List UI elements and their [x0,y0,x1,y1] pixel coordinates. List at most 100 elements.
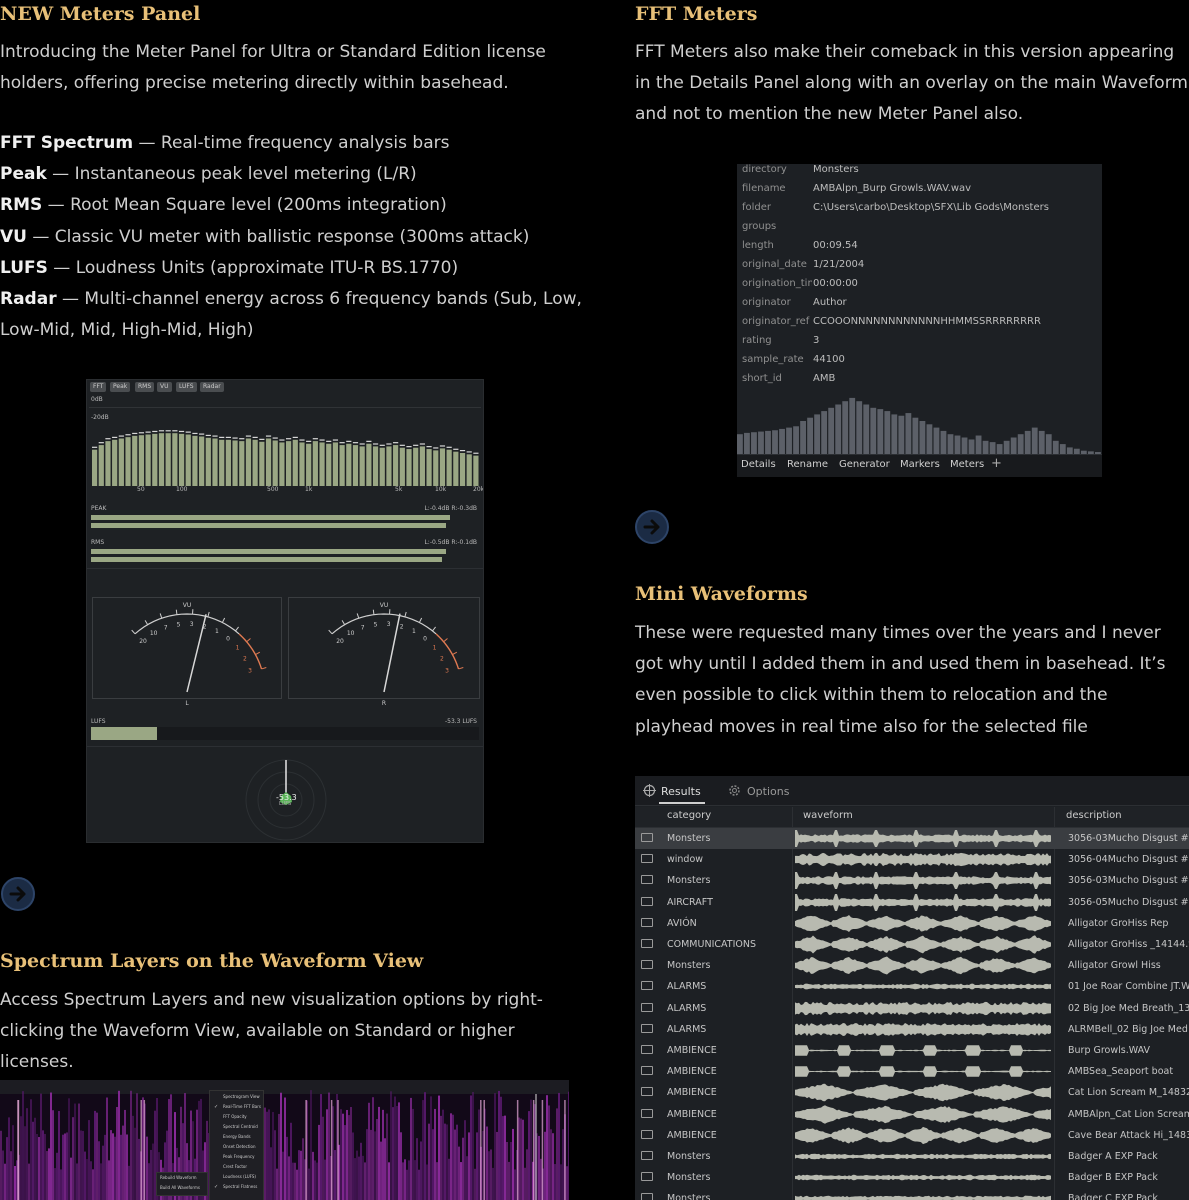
mini-waveform[interactable] [795,1083,1053,1102]
table-row[interactable]: Monsters Badger B EXP Pack [635,1167,1189,1188]
table-row[interactable]: AMBIENCE Cave Bear Attack Hi_14836. [635,1125,1189,1146]
table-row[interactable]: Monsters Alligator Growl Hiss [635,955,1189,976]
submenu-item[interactable]: Rebuild Waveform [160,1175,196,1180]
details-tab-meters[interactable]: Meters [950,459,984,470]
column-description[interactable]: description [1066,810,1122,821]
fft-bar [359,446,365,486]
row-category: Monsters [667,1193,711,1200]
mini-waveform[interactable] [795,829,1053,848]
spectrogram-column [456,1124,458,1200]
spectrogram-column [108,1160,110,1200]
details-tab-rename[interactable]: Rename [787,459,828,470]
table-row[interactable]: AMBIENCE AMBSea_Seaport boat [635,1061,1189,1082]
fft-bar [118,438,124,486]
mini-waveform[interactable] [795,914,1053,933]
table-row[interactable]: AMBIENCE Cat Lion Scream M_14832. [635,1082,1189,1103]
table-row[interactable]: AMBIENCE Burp Growls.WAV [635,1040,1189,1061]
mini-waveform[interactable] [795,977,1053,996]
spectrogram-column [510,1141,512,1200]
context-menu-item[interactable]: Crest Factor [223,1164,247,1169]
vu-scale-label: 2 [440,655,444,662]
details-value: 1/21/2004 [813,259,865,270]
tab-results[interactable]: Results [661,785,701,798]
context-menu-item[interactable]: Energy Bands [223,1134,251,1139]
context-menu-item[interactable]: Real-Time FFT Bars [223,1104,261,1109]
context-menu-item[interactable]: Spectral Flatness [223,1184,257,1189]
spectrogram-column [342,1113,344,1200]
spectrogram-column [348,1115,350,1200]
context-menu-item[interactable]: Peak Frequency [223,1154,254,1159]
vu-tick [372,609,375,615]
fft-peak-cap [393,442,399,444]
spectrogram-column [82,1130,84,1200]
table-row[interactable]: window 3056-04Mucho Disgust #3 Ro [635,849,1189,870]
mini-waveform[interactable] [795,871,1053,890]
column-category[interactable]: category [667,810,711,821]
mini-waveform[interactable] [795,893,1053,912]
mini-waveform[interactable] [795,999,1053,1018]
fft-peak-cap [306,440,312,442]
spectrogram-column [448,1158,450,1200]
context-menu-item[interactable]: Spectrogram View [223,1094,260,1099]
meter-tab-lufs[interactable]: LUFS [176,382,197,392]
spectrogram-column [388,1162,390,1200]
table-row[interactable]: AIRCRAFT 3056-05Mucho Disgust #4 Ro [635,892,1189,913]
fft-bar [466,454,472,486]
table-row[interactable]: AMBIENCE AMBAlpn_Cat Lion Scream [635,1104,1189,1125]
context-menu-item[interactable]: Spectral Centroid [223,1124,258,1129]
details-key: directory [742,164,787,175]
mini-waveform[interactable] [795,1062,1053,1081]
mini-waveform[interactable] [795,1189,1053,1200]
details-value: Author [813,297,847,308]
next-arrow-button-right[interactable] [635,510,669,544]
table-row[interactable]: Monsters 3056-03Mucho Disgust #2 Ro [635,870,1189,891]
mini-waveform[interactable] [795,1104,1053,1124]
details-tab-markers[interactable]: Markers [900,459,940,470]
column-waveform[interactable]: waveform [803,810,853,821]
waveform-shape [795,1196,1051,1200]
mini-waveforms-intro: These were requested many times over the… [635,623,1166,737]
details-row: filename AMBAlpn_Burp Growls.WAV.wav [742,183,1102,202]
feature-description: — Multi-channel energy across 6 frequenc… [56,289,582,309]
table-row[interactable]: COMMUNICATIONS Alligator GroHiss _14144.w… [635,934,1189,955]
mini-waveform[interactable] [795,956,1053,975]
details-tab-details[interactable]: Details [741,459,776,470]
details-fft-bar [933,427,940,454]
meter-tab-fft[interactable]: FFT [90,382,107,392]
table-row[interactable]: Monsters 3056-03Mucho Disgust #2 Ro [635,828,1189,849]
mini-waveform[interactable] [795,850,1053,869]
table-row[interactable]: Monsters Badger A EXP Pack [635,1146,1189,1167]
mini-waveform[interactable] [795,1168,1053,1187]
meter-tab-rms[interactable]: RMS [135,382,155,392]
spectrogram-column [528,1111,530,1200]
meter-tab-vu[interactable]: VU [157,382,172,392]
mini-waveform[interactable] [795,1147,1053,1166]
meter-tab-radar[interactable]: Radar [200,382,224,392]
fft-bar [379,447,385,486]
table-row[interactable]: Monsters Badger C EXP Pack [635,1188,1189,1200]
table-row[interactable]: AVIÓN Alligator GroHiss Rep [635,913,1189,934]
spectrogram-column [424,1092,426,1200]
mini-waveform[interactable] [795,1020,1053,1039]
submenu-item[interactable]: Build All Waveforms [160,1185,200,1190]
mini-waveform[interactable] [795,935,1053,954]
mini-waveform[interactable] [795,1126,1053,1145]
mini-waveform[interactable] [795,1041,1053,1060]
details-value: 3 [813,335,820,346]
context-menu-item[interactable]: FFT Opacity [223,1114,247,1119]
context-menu-item[interactable]: Onset Detection [223,1144,256,1149]
fft-peak-cap [286,438,292,440]
add-tab-button[interactable]: + [991,456,1002,471]
tab-options[interactable]: Options [747,785,789,798]
fft-bar [473,455,479,486]
table-row[interactable]: ALARMS 02 Big Joe Med Breath_139D [635,998,1189,1019]
spectrogram-column [284,1097,286,1200]
table-row[interactable]: ALARMS 01 Joe Roar Combine JT.WA [635,976,1189,997]
spectrogram-column [356,1150,358,1200]
meter-tab-peak[interactable]: Peak [110,382,131,392]
spectrogram-column [32,1121,34,1200]
next-arrow-button-left[interactable] [1,877,35,911]
table-row[interactable]: ALARMS ALRMBell_02 Big Joe Med Br [635,1019,1189,1040]
context-menu-item[interactable]: Loudness (LUFS) [223,1174,256,1179]
details-tab-generator[interactable]: Generator [839,459,890,470]
